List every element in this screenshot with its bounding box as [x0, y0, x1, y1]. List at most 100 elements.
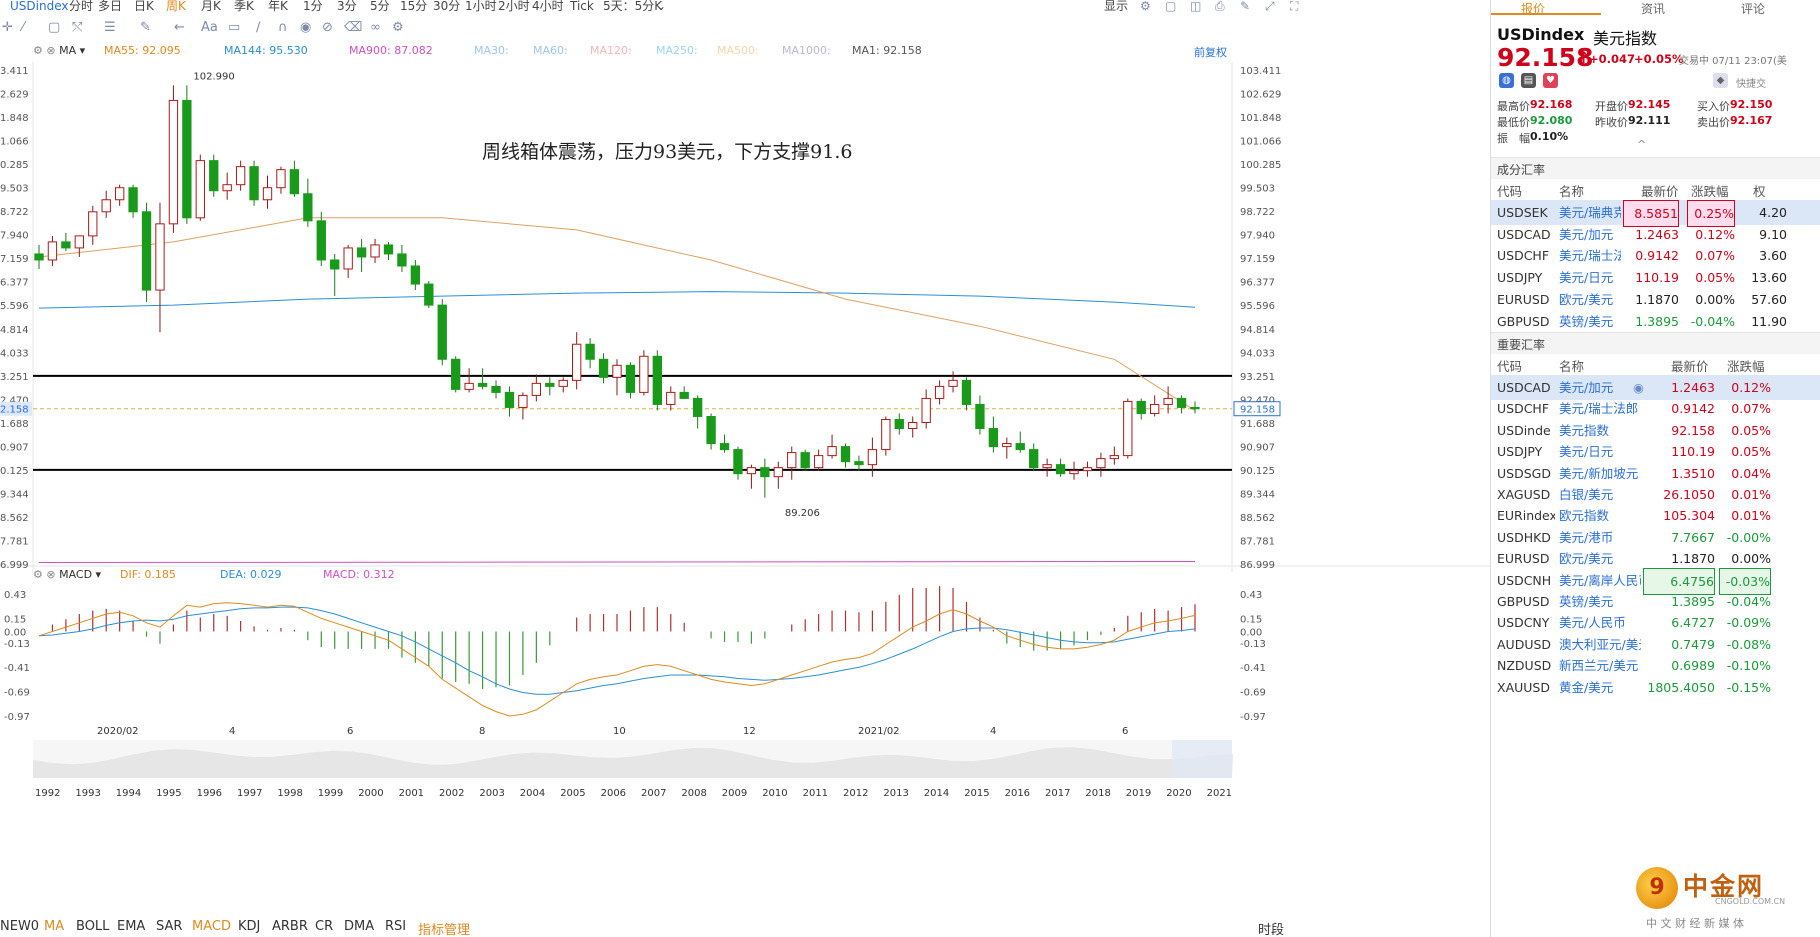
- candle-body[interactable]: [787, 452, 797, 469]
- candle-body[interactable]: [1136, 400, 1146, 414]
- candle-body[interactable]: [1055, 464, 1066, 475]
- indicator-tab[interactable]: MACD: [192, 919, 231, 934]
- candle-body[interactable]: [114, 187, 125, 201]
- indicator-tab[interactable]: 指标管理: [418, 919, 470, 937]
- candle-body[interactable]: [531, 382, 542, 396]
- period-13[interactable]: 2小时: [498, 0, 530, 13]
- hide-icon[interactable]: ⊘: [322, 20, 333, 35]
- chart-area[interactable]: 103.411 3.411 102.629 2.629 101.848 1.848 101.…: [0, 44, 1490, 894]
- candle-body[interactable]: [424, 283, 434, 306]
- period-7[interactable]: 1分: [303, 0, 323, 13]
- magnet-icon[interactable]: ∩: [278, 20, 288, 35]
- candle-body[interactable]: [652, 355, 662, 405]
- candle-body[interactable]: [1150, 403, 1160, 414]
- period-2[interactable]: 日K: [134, 0, 154, 13]
- candle-body[interactable]: [733, 449, 743, 475]
- candle-body[interactable]: [397, 253, 407, 267]
- session-button[interactable]: 时段: [1258, 919, 1284, 937]
- candle-body[interactable]: [558, 379, 568, 387]
- adjust-label[interactable]: 前复权: [1194, 44, 1227, 60]
- period-12[interactable]: 1小时: [465, 0, 497, 13]
- indicator-tab[interactable]: MA: [44, 919, 64, 934]
- fullscreen-icon[interactable]: ⛶: [1290, 0, 1298, 13]
- candle-body[interactable]: [1002, 443, 1012, 448]
- candle-body[interactable]: [34, 253, 44, 261]
- indicator-tab[interactable]: RSI: [385, 919, 406, 934]
- candle-body[interactable]: [598, 358, 609, 378]
- candle-body[interactable]: [827, 446, 837, 457]
- candle-body[interactable]: [894, 418, 904, 430]
- candle-body[interactable]: [262, 187, 273, 201]
- candle-body[interactable]: [840, 446, 851, 463]
- text-tool-icon[interactable]: Aa: [201, 20, 218, 35]
- candle-body[interactable]: [1082, 467, 1093, 472]
- candle-body[interactable]: [1176, 397, 1187, 408]
- settings-icon[interactable]: ⚙: [392, 20, 404, 35]
- comment-icon[interactable]: ▭: [228, 20, 240, 35]
- candle-body[interactable]: [948, 379, 958, 387]
- doc-icon[interactable]: ▤: [1521, 73, 1536, 88]
- symbol-label[interactable]: USDindex: [10, 0, 68, 13]
- candle-body[interactable]: [760, 467, 770, 478]
- period-8[interactable]: 3分: [337, 0, 357, 13]
- period-14[interactable]: 4小时: [532, 0, 564, 13]
- camera-icon[interactable]: ⎙: [1215, 0, 1225, 13]
- indicator-tab[interactable]: EMA: [117, 919, 145, 934]
- candle-body[interactable]: [316, 220, 326, 261]
- line-tool-icon[interactable]: ⁄: [22, 20, 24, 35]
- globe-icon[interactable]: ◍: [1499, 73, 1514, 88]
- candle-body[interactable]: [746, 467, 757, 475]
- candle-body[interactable]: [249, 166, 259, 201]
- candle-body[interactable]: [706, 415, 716, 445]
- navigator-window[interactable]: [1172, 740, 1232, 778]
- panel-tab[interactable]: 资讯: [1641, 0, 1665, 17]
- candle-body[interactable]: [572, 343, 582, 381]
- candle-body[interactable]: [881, 418, 891, 451]
- candle-body[interactable]: [74, 235, 84, 249]
- candle-body[interactable]: [1123, 400, 1133, 457]
- brush-icon[interactable]: ✎: [140, 20, 151, 35]
- candle-body[interactable]: [585, 343, 595, 360]
- candle-body[interactable]: [182, 99, 192, 219]
- table-row[interactable]: XAUUSD 黄金/美元 1805.4050 -0.15%: [1491, 675, 1820, 700]
- candle-body[interactable]: [961, 379, 972, 405]
- period-3[interactable]: 周K: [166, 0, 186, 13]
- trash-icon[interactable]: ⌫: [344, 20, 362, 35]
- chevron-down-icon[interactable]: ⌄: [656, 0, 666, 13]
- candle-body[interactable]: [518, 394, 528, 408]
- quick-trade-link[interactable]: 快捷交: [1736, 75, 1766, 90]
- candle-body[interactable]: [504, 391, 515, 408]
- candle-body[interactable]: [276, 169, 286, 189]
- period-9[interactable]: 5分: [370, 0, 390, 13]
- fib-tool-icon[interactable]: ☰: [104, 20, 116, 35]
- candle-body[interactable]: [773, 467, 783, 478]
- candle-body[interactable]: [1109, 455, 1120, 460]
- candle-body[interactable]: [975, 403, 985, 430]
- candle-body[interactable]: [692, 397, 703, 417]
- candle-body[interactable]: [209, 160, 219, 192]
- candle-body[interactable]: [1069, 470, 1079, 475]
- candle-body[interactable]: [491, 385, 501, 393]
- indicator-tab[interactable]: SAR: [156, 919, 182, 934]
- candle-body[interactable]: [195, 160, 205, 219]
- period-1[interactable]: 多日: [98, 0, 122, 13]
- candle-body[interactable]: [1029, 449, 1039, 469]
- link-icon[interactable]: ∞: [370, 20, 381, 35]
- display-menu[interactable]: 显示: [1104, 0, 1128, 13]
- candle-body[interactable]: [719, 443, 730, 451]
- candle-body[interactable]: [800, 452, 810, 469]
- candle-body[interactable]: [1042, 464, 1052, 469]
- candle-body[interactable]: [867, 449, 878, 466]
- table-row[interactable]: GBPUSD 英镑/美元 1.3895 -0.04% 11.90: [1491, 309, 1820, 334]
- candle-body[interactable]: [370, 244, 380, 258]
- period-0[interactable]: 分时: [69, 0, 93, 13]
- pen-icon[interactable]: ∕: [256, 20, 260, 35]
- candle-body[interactable]: [88, 211, 98, 237]
- panel-tab[interactable]: 评论: [1741, 0, 1765, 17]
- candle-body[interactable]: [639, 355, 649, 393]
- candle-body[interactable]: [813, 455, 824, 469]
- period-5[interactable]: 季K: [234, 0, 254, 13]
- period-15[interactable]: Tick: [570, 0, 594, 13]
- candle-body[interactable]: [934, 385, 945, 399]
- candle-body[interactable]: [1015, 443, 1025, 451]
